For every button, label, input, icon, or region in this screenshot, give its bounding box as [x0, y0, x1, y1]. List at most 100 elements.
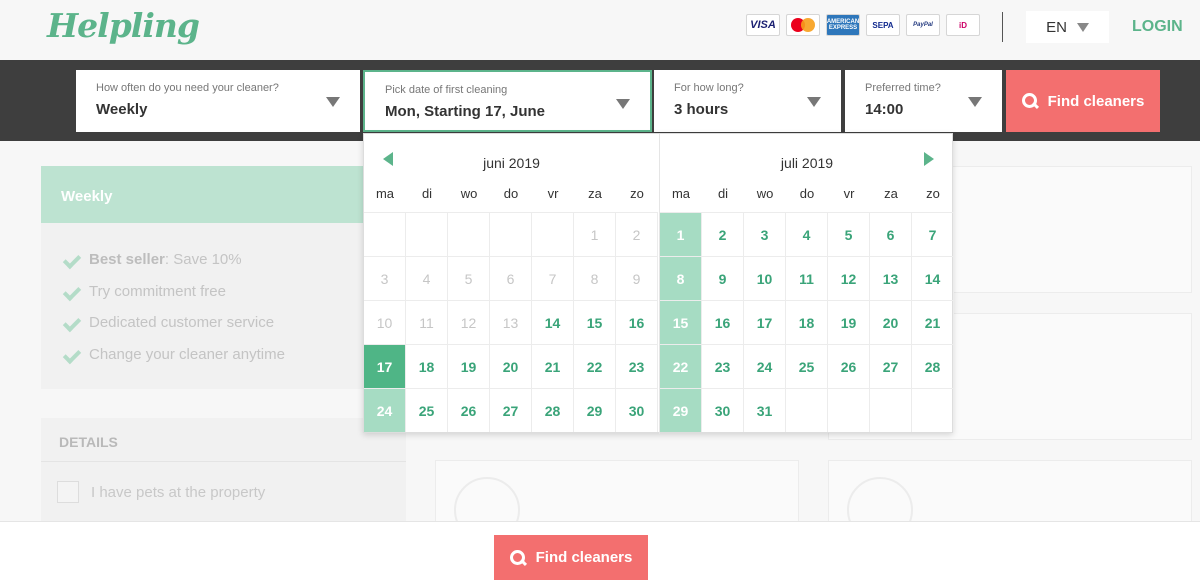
weekday-label: do: [503, 186, 519, 201]
day-cell[interactable]: 1: [660, 212, 702, 256]
day-cell[interactable]: 28: [532, 388, 574, 432]
weekday-label: zo: [630, 186, 644, 201]
duration-value: 3 hours: [674, 101, 729, 118]
empty-day-cell: [786, 388, 828, 432]
day-cell[interactable]: 2: [702, 212, 744, 256]
find-cleaners-bottom-button[interactable]: Find cleaners: [494, 535, 648, 580]
day-cell[interactable]: 9: [702, 256, 744, 300]
day-cell[interactable]: 15: [574, 300, 616, 344]
day-cell[interactable]: 18: [406, 344, 448, 388]
language-select[interactable]: EN: [1026, 11, 1109, 43]
day-cell[interactable]: 25: [786, 344, 828, 388]
mastercard-logo: [786, 14, 820, 36]
details-panel: DETAILS I have pets at the property: [41, 418, 406, 523]
day-cell[interactable]: 27: [870, 344, 912, 388]
day-cell[interactable]: 22: [574, 344, 616, 388]
pets-checkbox[interactable]: [57, 481, 79, 503]
day-cell[interactable]: 11: [786, 256, 828, 300]
day-cell[interactable]: 21: [532, 344, 574, 388]
weekday-label: za: [588, 186, 602, 201]
day-cell[interactable]: 29: [574, 388, 616, 432]
date-select[interactable]: Pick date of first cleaning Mon, Startin…: [363, 70, 652, 132]
check-icon: [65, 287, 81, 297]
duration-select[interactable]: For how long? 3 hours: [654, 70, 841, 132]
day-cell[interactable]: 30: [702, 388, 744, 432]
weekday-label: zo: [926, 186, 940, 201]
day-cell[interactable]: 13: [870, 256, 912, 300]
day-cell[interactable]: 17: [364, 344, 406, 388]
time-select[interactable]: Preferred time? 14:00: [845, 70, 1002, 132]
empty-day-cell: [870, 388, 912, 432]
feature-item: Change your cleaner anytime: [65, 346, 285, 363]
day-cell[interactable]: 5: [828, 212, 870, 256]
day-cell: 13: [490, 300, 532, 344]
day-cell[interactable]: 19: [448, 344, 490, 388]
amex-logo: AMERICAN EXPRESS: [826, 14, 860, 36]
day-cell[interactable]: 16: [702, 300, 744, 344]
weekday-label: vr: [843, 186, 855, 201]
day-cell[interactable]: 8: [660, 256, 702, 300]
empty-day-cell: [490, 212, 532, 256]
payment-methods: VISA AMERICAN EXPRESS SEPA PayPal iD: [746, 14, 980, 36]
day-cell: 1: [574, 212, 616, 256]
day-cell[interactable]: 29: [660, 388, 702, 432]
day-cell[interactable]: 24: [744, 344, 786, 388]
day-cell[interactable]: 26: [448, 388, 490, 432]
plan-header[interactable]: Weekly: [41, 166, 406, 223]
plan-features: Best seller: Save 10% Try commitment fre…: [41, 223, 406, 389]
day-cell: 8: [574, 256, 616, 300]
feature-text: Change your cleaner anytime: [89, 346, 285, 363]
weekday-label: do: [799, 186, 815, 201]
search-icon: [509, 549, 526, 566]
empty-day-cell: [828, 388, 870, 432]
day-cell[interactable]: 7: [912, 212, 954, 256]
day-cell[interactable]: 15: [660, 300, 702, 344]
header-divider: [1002, 12, 1003, 42]
day-cell[interactable]: 21: [912, 300, 954, 344]
day-cell[interactable]: 30: [616, 388, 658, 432]
day-cell[interactable]: 16: [616, 300, 658, 344]
find-cleaners-bottom-label: Find cleaners: [535, 549, 633, 566]
day-cell[interactable]: 12: [828, 256, 870, 300]
time-value: 14:00: [865, 101, 904, 118]
pets-label[interactable]: I have pets at the property: [91, 484, 265, 501]
language-value: EN: [1046, 18, 1067, 36]
day-cell: 12: [448, 300, 490, 344]
day-cell[interactable]: 25: [406, 388, 448, 432]
day-cell[interactable]: 18: [786, 300, 828, 344]
day-cell[interactable]: 26: [828, 344, 870, 388]
day-cell[interactable]: 24: [364, 388, 406, 432]
check-icon: [65, 255, 81, 265]
day-cell[interactable]: 27: [490, 388, 532, 432]
login-link[interactable]: LOGIN: [1132, 18, 1183, 36]
feature-text: : Save 10%: [164, 251, 242, 268]
find-cleaners-button[interactable]: Find cleaners: [1006, 70, 1160, 132]
paypal-logo: PayPal: [906, 14, 940, 36]
day-cell[interactable]: 10: [744, 256, 786, 300]
helpling-logo[interactable]: Helpling: [47, 6, 200, 45]
day-cell[interactable]: 23: [616, 344, 658, 388]
day-cell[interactable]: 22: [660, 344, 702, 388]
day-cell[interactable]: 3: [744, 212, 786, 256]
day-cell[interactable]: 6: [870, 212, 912, 256]
day-cell[interactable]: 19: [828, 300, 870, 344]
day-cell[interactable]: 4: [786, 212, 828, 256]
search-bar: How often do you need your cleaner? Week…: [0, 60, 1200, 141]
day-cell[interactable]: 14: [532, 300, 574, 344]
day-cell[interactable]: 28: [912, 344, 954, 388]
day-cell[interactable]: 14: [912, 256, 954, 300]
day-cell[interactable]: 20: [870, 300, 912, 344]
empty-day-cell: [912, 388, 954, 432]
day-cell[interactable]: 17: [744, 300, 786, 344]
check-icon: [65, 318, 81, 328]
next-month-icon[interactable]: [924, 152, 934, 166]
day-cell[interactable]: 20: [490, 344, 532, 388]
day-cell[interactable]: 23: [702, 344, 744, 388]
chevron-down-icon: [326, 97, 340, 107]
frequency-select[interactable]: How often do you need your cleaner? Week…: [76, 70, 360, 132]
weekday-label: di: [421, 186, 433, 201]
feature-item: Best seller: Save 10%: [65, 251, 242, 268]
cleaner-card[interactable]: [435, 460, 799, 543]
day-cell[interactable]: 31: [744, 388, 786, 432]
cleaner-card[interactable]: [828, 460, 1192, 543]
